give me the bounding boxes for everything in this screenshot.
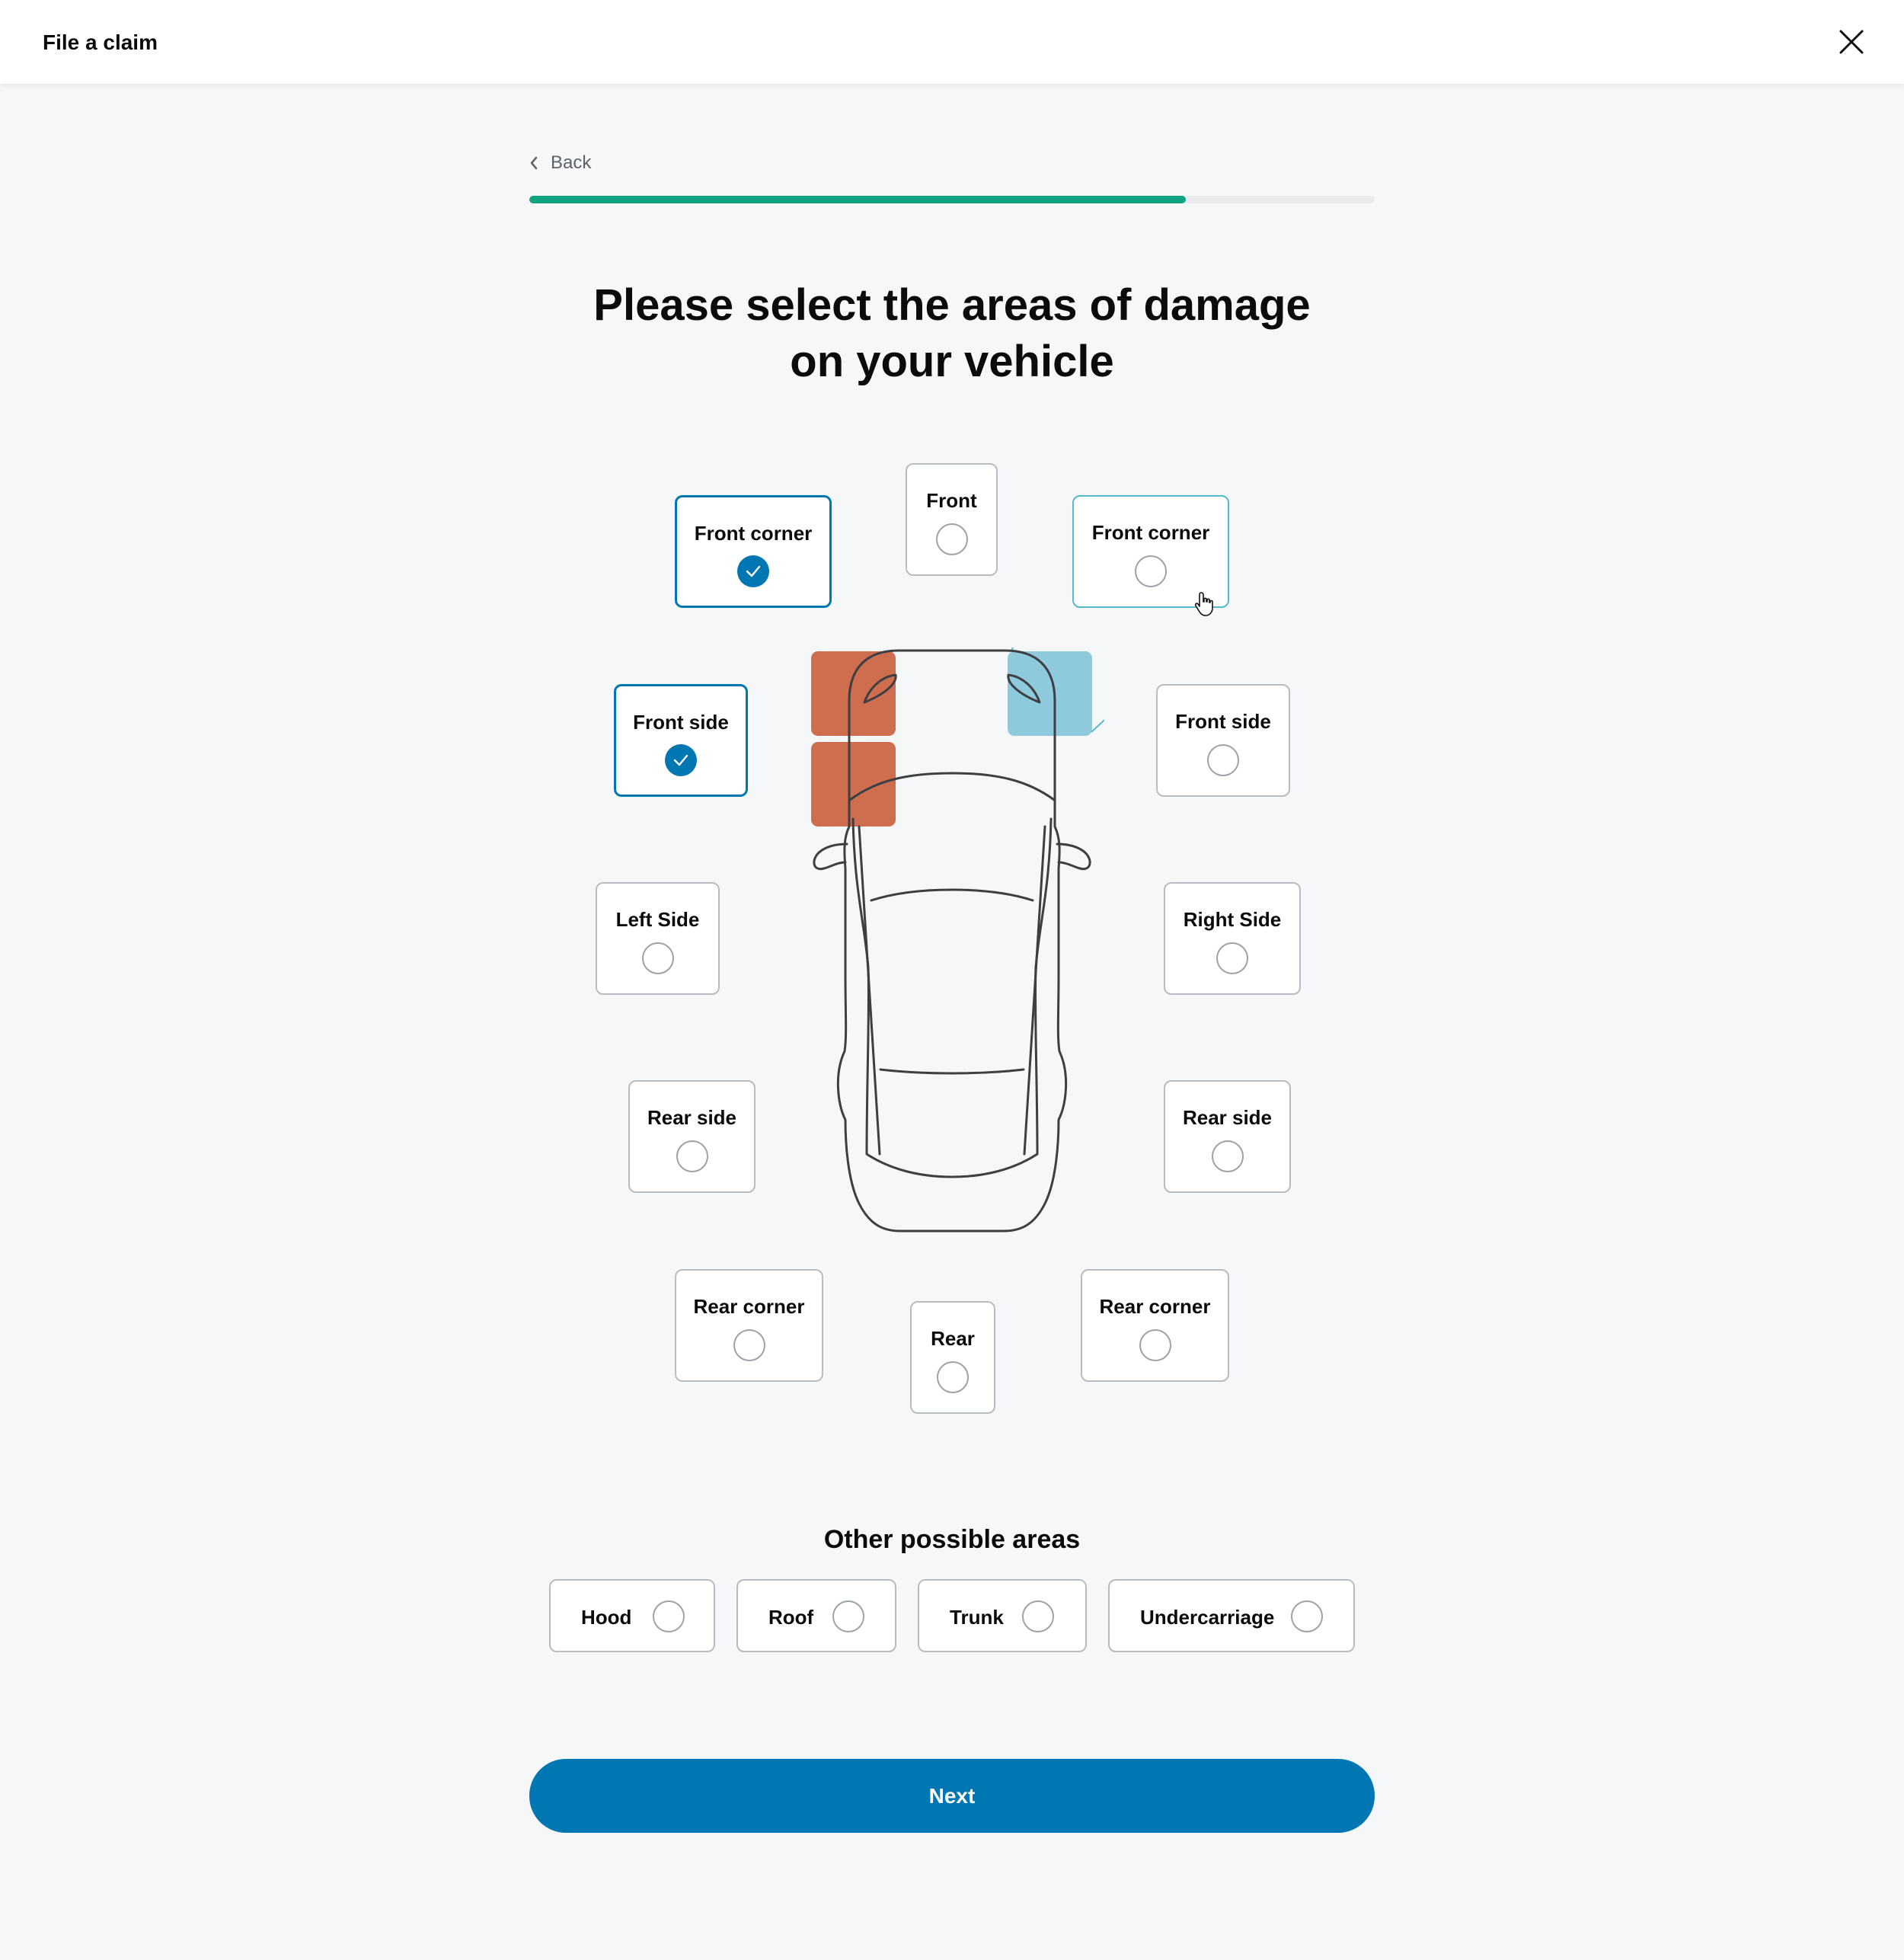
progress-fill (529, 196, 1187, 203)
back-link[interactable]: Back (529, 149, 591, 177)
area-card-right-side[interactable]: Right Side (1164, 882, 1301, 995)
header-bar: File a claim (0, 0, 1904, 84)
area-card-front-side-right[interactable]: Front side (1156, 684, 1290, 797)
area-card-left-side[interactable]: Left Side (596, 882, 720, 995)
page-title: File a claim (43, 30, 158, 54)
other-area-label: Undercarriage (1140, 1606, 1275, 1629)
radio-button[interactable] (676, 1140, 708, 1172)
area-card-rear-side-right[interactable]: Rear side (1164, 1080, 1291, 1193)
other-area-undercarriage[interactable]: Undercarriage (1108, 1579, 1355, 1652)
radio-button[interactable] (1135, 555, 1167, 587)
radio-button[interactable] (1291, 1600, 1323, 1632)
area-card-label: Rear side (647, 1106, 737, 1129)
other-area-trunk[interactable]: Trunk (918, 1579, 1087, 1652)
area-card-front[interactable]: Front (906, 463, 998, 576)
area-card-front-side-left[interactable]: Front side (614, 684, 748, 797)
hover-connector-line (1091, 718, 1104, 733)
radio-button[interactable] (1207, 744, 1239, 776)
area-card-label: Front corner (1091, 521, 1210, 544)
area-card-label: Front side (633, 711, 729, 734)
page-heading: Please select the areas of damage on you… (381, 277, 1523, 390)
radio-button[interactable] (1211, 1140, 1244, 1172)
radio-button[interactable] (653, 1600, 685, 1632)
area-card-rear[interactable]: Rear (910, 1301, 995, 1414)
other-area-roof[interactable]: Roof (736, 1579, 896, 1652)
heading-line-1: Please select the areas of damage (593, 280, 1311, 330)
vehicle-diagram (811, 647, 1104, 1233)
area-card-label: Rear (931, 1327, 975, 1350)
close-icon[interactable] (1837, 27, 1866, 56)
radio-button[interactable] (641, 942, 674, 974)
area-card-label: Rear corner (1099, 1295, 1211, 1318)
pointer-cursor-icon (1194, 592, 1213, 616)
radio-button[interactable] (1139, 1329, 1171, 1361)
radio-button[interactable] (1022, 1600, 1054, 1632)
other-area-hood[interactable]: Hood (549, 1579, 715, 1652)
radio-button[interactable] (935, 523, 968, 555)
area-card-front-corner-left[interactable]: Front corner (675, 495, 832, 608)
checkmark-icon[interactable] (737, 555, 769, 587)
heading-line-2: on your vehicle (790, 337, 1114, 386)
back-label: Back (551, 152, 592, 173)
area-card-rear-corner-left[interactable]: Rear corner (675, 1269, 823, 1382)
area-card-label: Front (926, 489, 977, 512)
radio-button[interactable] (733, 1329, 765, 1361)
other-area-label: Roof (768, 1606, 814, 1629)
area-card-label: Front side (1175, 710, 1271, 733)
car-outline (813, 649, 1091, 1233)
radio-button[interactable] (832, 1600, 864, 1632)
chevron-left-icon (530, 156, 538, 170)
checkmark-icon[interactable] (665, 744, 697, 776)
area-card-label: Front corner (694, 522, 813, 545)
damage-zone-front-side-left[interactable] (811, 742, 896, 827)
area-card-rear-corner-right[interactable]: Rear corner (1081, 1269, 1229, 1382)
area-card-label: Rear corner (693, 1295, 805, 1318)
next-button[interactable]: Next (529, 1759, 1375, 1833)
radio-button[interactable] (1216, 942, 1248, 974)
area-card-label: Right Side (1183, 908, 1282, 931)
area-card-rear-side-left[interactable]: Rear side (628, 1080, 756, 1193)
radio-button[interactable] (937, 1361, 969, 1393)
other-areas-title: Other possible areas (823, 1525, 1081, 1554)
area-card-label: Left Side (615, 908, 700, 931)
other-area-label: Trunk (950, 1606, 1004, 1629)
hover-connector-line (1011, 647, 1014, 652)
progress-bar (529, 196, 1375, 203)
other-area-label: Hood (581, 1606, 632, 1629)
area-card-label: Rear side (1182, 1106, 1273, 1129)
